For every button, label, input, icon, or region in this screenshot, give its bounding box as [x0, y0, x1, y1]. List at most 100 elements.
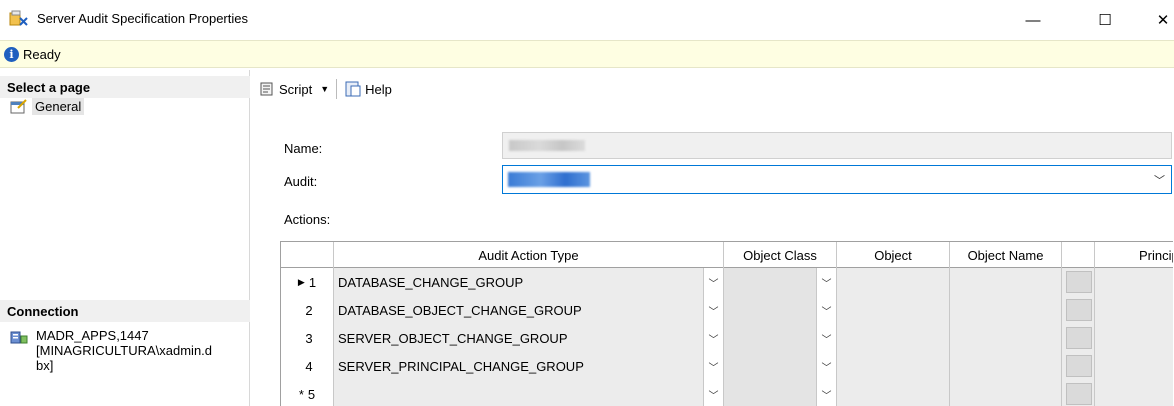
object-cell[interactable] [837, 352, 950, 380]
checkbox-cell[interactable] [1062, 352, 1095, 380]
object-class-cell[interactable]: ﹀ [724, 296, 837, 324]
grid-header: Audit Action Type Object Class Object Ob… [281, 242, 1173, 268]
status-bar: i Ready [0, 40, 1174, 68]
object-name-cell[interactable] [950, 352, 1062, 380]
column-header-audit-action-type[interactable]: Audit Action Type [334, 242, 724, 268]
audit-action-type-cell[interactable]: DATABASE_CHANGE_GROUP ﹀ [334, 268, 724, 296]
close-icon: ✕ [1156, 12, 1170, 29]
row-button[interactable] [1066, 383, 1092, 405]
help-label: Help [365, 81, 392, 97]
table-row-new[interactable]: * 5 ﹀ ﹀ [281, 380, 1173, 406]
redacted-audit-value [508, 172, 590, 187]
principal-cell[interactable] [1095, 296, 1173, 324]
chevron-down-icon[interactable]: ﹀ [703, 296, 723, 324]
audit-action-type-value: SERVER_PRINCIPAL_CHANGE_GROUP [338, 358, 584, 374]
table-row[interactable]: ▶ 1 DATABASE_CHANGE_GROUP ﹀ ﹀ [281, 268, 1173, 296]
redacted-name-value [509, 140, 585, 151]
object-class-cell[interactable]: ﹀ [724, 352, 837, 380]
name-label: Name: [284, 141, 323, 156]
server-connection-icon [10, 331, 28, 344]
principal-cell[interactable] [1095, 380, 1173, 406]
chevron-down-icon[interactable]: ﹀ [703, 268, 723, 296]
chevron-down-icon[interactable]: ▼ [320, 84, 329, 94]
chevron-down-icon[interactable]: ﹀ [703, 380, 723, 406]
checkbox-cell[interactable] [1062, 380, 1095, 406]
object-name-cell[interactable] [950, 324, 1062, 352]
audit-action-type-value: DATABASE_OBJECT_CHANGE_GROUP [338, 302, 582, 318]
row-header[interactable]: 3 [281, 324, 334, 352]
table-row[interactable]: 3 SERVER_OBJECT_CHANGE_GROUP ﹀ ﹀ [281, 324, 1173, 352]
maximize-icon: ☐ [1098, 12, 1112, 29]
principal-cell[interactable] [1095, 352, 1173, 380]
connection-header: Connection [0, 300, 250, 322]
title-bar: Server Audit Specification Properties — … [0, 0, 1174, 40]
column-header-object-name[interactable]: Object Name [950, 242, 1062, 268]
chevron-down-icon[interactable]: ﹀ [816, 324, 836, 352]
minimize-icon: — [1025, 11, 1041, 29]
object-cell[interactable] [837, 268, 950, 296]
audit-action-type-cell[interactable]: SERVER_PRINCIPAL_CHANGE_GROUP ﹀ [334, 352, 724, 380]
row-button[interactable] [1066, 271, 1092, 293]
table-row[interactable]: 2 DATABASE_OBJECT_CHANGE_GROUP ﹀ ﹀ [281, 296, 1173, 324]
connection-info: MADR_APPS,1447 [MINAGRICULTURA\xadmin.d … [10, 328, 256, 373]
chevron-down-icon[interactable]: ﹀ [703, 352, 723, 380]
chevron-down-icon[interactable]: ﹀ [816, 296, 836, 324]
help-button[interactable]: Help [344, 80, 392, 98]
new-row-icon: * [298, 386, 304, 402]
chevron-down-icon[interactable]: ﹀ [816, 380, 836, 406]
audit-action-type-cell[interactable]: DATABASE_OBJECT_CHANGE_GROUP ﹀ [334, 296, 724, 324]
audit-action-type-cell[interactable]: SERVER_OBJECT_CHANGE_GROUP ﹀ [334, 324, 724, 352]
minimize-button[interactable]: — [1010, 0, 1056, 40]
maximize-button[interactable]: ☐ [1082, 0, 1128, 40]
principal-cell[interactable] [1095, 324, 1173, 352]
row-button[interactable] [1066, 327, 1092, 349]
column-header-principal[interactable]: Principal [1095, 242, 1173, 268]
principal-cell[interactable] [1095, 268, 1173, 296]
object-name-cell[interactable] [950, 268, 1062, 296]
toolbar: Script ▼ Help [258, 78, 392, 100]
audit-label: Audit: [284, 174, 318, 189]
table-row[interactable]: 4 SERVER_PRINCIPAL_CHANGE_GROUP ﹀ ﹀ [281, 352, 1173, 380]
row-header[interactable]: 4 [281, 352, 334, 380]
column-header-object[interactable]: Object [837, 242, 950, 268]
audit-action-type-value: SERVER_OBJECT_CHANGE_GROUP [338, 330, 568, 346]
window-title: Server Audit Specification Properties [37, 11, 248, 26]
chevron-down-icon[interactable]: ﹀ [1154, 172, 1165, 188]
row-button[interactable] [1066, 355, 1092, 377]
audit-action-type-value: DATABASE_CHANGE_GROUP [338, 274, 524, 290]
column-header-checkbox[interactable] [1062, 242, 1095, 268]
actions-label: Actions: [284, 212, 331, 227]
row-header[interactable]: ▶ 1 [281, 268, 334, 296]
row-header[interactable]: * 5 [281, 380, 334, 406]
current-row-icon: ▶ [297, 276, 305, 287]
checkbox-cell[interactable] [1062, 296, 1095, 324]
close-button[interactable]: ✕ [1140, 0, 1174, 40]
object-cell[interactable] [837, 296, 950, 324]
row-button[interactable] [1066, 299, 1092, 321]
column-header-object-class[interactable]: Object Class [724, 242, 837, 268]
page-item-label: General [32, 98, 85, 115]
row-number: 1 [308, 274, 317, 290]
object-class-cell[interactable]: ﹀ [724, 380, 837, 406]
object-class-cell[interactable]: ﹀ [724, 324, 837, 352]
chevron-down-icon[interactable]: ﹀ [816, 352, 836, 380]
left-pane: Select a page General Connection MADR_AP… [0, 70, 250, 406]
chevron-down-icon[interactable]: ﹀ [816, 268, 836, 296]
page-item-general[interactable]: General [10, 98, 85, 115]
object-name-cell[interactable] [950, 380, 1062, 406]
object-cell[interactable] [837, 380, 950, 406]
checkbox-cell[interactable] [1062, 268, 1095, 296]
script-icon [260, 82, 273, 96]
chevron-down-icon[interactable]: ﹀ [703, 324, 723, 352]
name-field[interactable] [502, 132, 1172, 159]
object-cell[interactable] [837, 324, 950, 352]
object-class-cell[interactable]: ﹀ [724, 268, 837, 296]
object-name-cell[interactable] [950, 296, 1062, 324]
audit-action-type-cell[interactable]: ﹀ [334, 380, 724, 406]
checkbox-cell[interactable] [1062, 324, 1095, 352]
audit-dropdown[interactable]: ﹀ [502, 165, 1172, 194]
info-icon: i [4, 47, 19, 62]
status-text: Ready [23, 47, 61, 62]
script-button[interactable]: Script ▼ [258, 80, 329, 98]
row-header[interactable]: 2 [281, 296, 334, 324]
